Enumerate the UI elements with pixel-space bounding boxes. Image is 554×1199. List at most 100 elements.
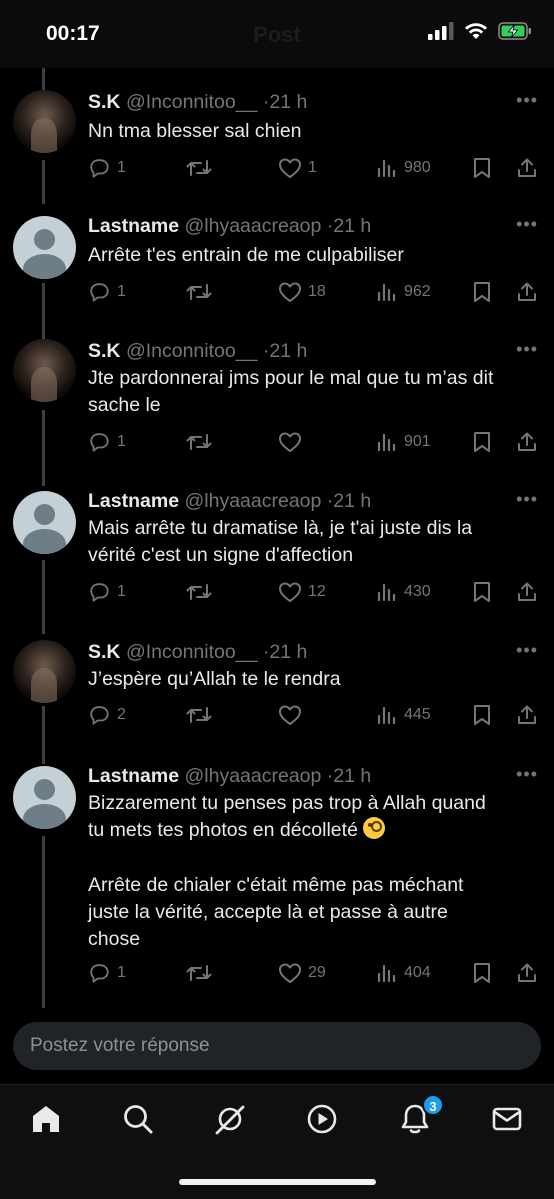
bookmark-icon	[474, 582, 490, 602]
user-handle[interactable]: @Inconnitoo__	[126, 340, 257, 362]
reply-icon	[90, 964, 109, 983]
thread-line	[42, 160, 45, 204]
share-button[interactable]	[516, 704, 538, 726]
avatar[interactable]	[13, 216, 76, 279]
like-button[interactable]: 12	[278, 581, 326, 603]
share-icon	[518, 158, 536, 177]
more-options-icon[interactable]: •••	[516, 640, 538, 661]
share-icon	[518, 963, 536, 982]
views-icon	[377, 706, 396, 725]
share-button[interactable]	[516, 962, 538, 984]
search-icon[interactable]	[121, 1102, 155, 1136]
heart-icon	[279, 282, 301, 302]
repost-button[interactable]	[186, 431, 218, 453]
views-button[interactable]: 430	[376, 581, 431, 603]
reply-input[interactable]	[13, 1022, 541, 1070]
home-indicator	[179, 1179, 376, 1185]
reply-button[interactable]: 1	[88, 962, 126, 984]
user-handle[interactable]: @lhyaaacreaop	[184, 215, 321, 237]
reply-button[interactable]: 1	[88, 431, 126, 453]
more-options-icon[interactable]: •••	[516, 489, 538, 510]
repost-icon	[186, 707, 212, 723]
display-name[interactable]: S.K	[88, 91, 121, 113]
thread-line	[42, 836, 45, 1008]
timestamp: 21 h	[333, 765, 372, 787]
user-handle[interactable]: @lhyaaacreaop	[184, 765, 321, 787]
home-icon[interactable]	[29, 1102, 63, 1136]
bookmark-button[interactable]	[472, 704, 492, 726]
tweet-header: S.K @Inconnitoo__ ·21 h	[88, 641, 307, 664]
user-handle[interactable]: @Inconnitoo__	[126, 641, 257, 663]
cellular-signal-icon	[428, 22, 454, 40]
display-name[interactable]: S.K	[88, 340, 121, 362]
video-icon[interactable]	[305, 1102, 339, 1136]
reply-button[interactable]: 1	[88, 157, 126, 179]
tweet-text: Jte pardonnerai jms pour le mal que tu m…	[88, 367, 494, 416]
share-button[interactable]	[516, 281, 538, 303]
like-button[interactable]	[278, 431, 308, 453]
repost-button[interactable]	[186, 281, 218, 303]
more-options-icon[interactable]: •••	[516, 90, 538, 111]
display-name[interactable]: S.K	[88, 641, 121, 663]
messages-icon[interactable]	[490, 1102, 524, 1136]
views-icon	[377, 964, 396, 983]
timestamp: 21 h	[269, 641, 308, 663]
repost-button[interactable]	[186, 962, 218, 984]
timestamp: 21 h	[269, 340, 308, 362]
bookmark-button[interactable]	[472, 431, 492, 453]
tweet-text: Nn tma blesser sal chien	[88, 120, 302, 142]
display-name[interactable]: Lastname	[88, 215, 179, 237]
like-button[interactable]: 1	[278, 157, 317, 179]
bookmark-button[interactable]	[472, 581, 492, 603]
views-icon	[377, 583, 396, 602]
grok-icon[interactable]	[213, 1102, 247, 1136]
avatar[interactable]	[13, 491, 76, 554]
more-options-icon[interactable]: •••	[516, 764, 538, 785]
wifi-icon	[465, 23, 487, 39]
repost-button[interactable]	[186, 157, 218, 179]
bookmark-icon	[474, 432, 490, 452]
like-button[interactable]	[278, 704, 308, 726]
heart-icon	[279, 432, 301, 452]
avatar[interactable]	[13, 339, 76, 402]
share-icon	[518, 582, 536, 601]
share-button[interactable]	[516, 581, 538, 603]
views-icon	[377, 159, 396, 178]
like-button[interactable]: 18	[278, 281, 326, 303]
views-button[interactable]: 901	[376, 431, 431, 453]
like-button[interactable]: 29	[278, 962, 326, 984]
repost-button[interactable]	[186, 704, 218, 726]
avatar[interactable]	[13, 766, 76, 829]
reply-button[interactable]: 1	[88, 581, 126, 603]
status-icons	[428, 22, 532, 40]
avatar[interactable]	[13, 90, 76, 153]
reply-count: 1	[117, 964, 126, 981]
views-button[interactable]: 962	[376, 281, 431, 303]
share-icon	[518, 432, 536, 451]
tweet-text-line: Bizzarement tu penses pas trop à Allah q…	[88, 792, 486, 841]
user-handle[interactable]: @lhyaaacreaop	[184, 490, 321, 512]
views-button[interactable]: 980	[376, 157, 431, 179]
user-handle[interactable]: @Inconnitoo__	[126, 91, 257, 113]
reply-count: 2	[117, 706, 126, 723]
more-options-icon[interactable]: •••	[516, 214, 538, 235]
repost-button[interactable]	[186, 581, 218, 603]
display-name[interactable]: Lastname	[88, 765, 179, 787]
view-count: 404	[404, 964, 431, 981]
tweet-header: Lastname @lhyaaacreaop ·21 h	[88, 765, 371, 788]
display-name[interactable]: Lastname	[88, 490, 179, 512]
tweet-header: Lastname @lhyaaacreaop ·21 h	[88, 490, 371, 513]
bookmark-button[interactable]	[472, 157, 492, 179]
more-options-icon[interactable]: •••	[516, 339, 538, 360]
views-button[interactable]: 404	[376, 962, 431, 984]
share-button[interactable]	[516, 431, 538, 453]
bookmark-button[interactable]	[472, 281, 492, 303]
views-icon	[377, 433, 396, 452]
reply-button[interactable]: 2	[88, 704, 126, 726]
thread-line	[42, 410, 45, 486]
avatar[interactable]	[13, 640, 76, 703]
reply-button[interactable]: 1	[88, 281, 126, 303]
views-button[interactable]: 445	[376, 704, 431, 726]
bookmark-button[interactable]	[472, 962, 492, 984]
share-button[interactable]	[516, 157, 538, 179]
